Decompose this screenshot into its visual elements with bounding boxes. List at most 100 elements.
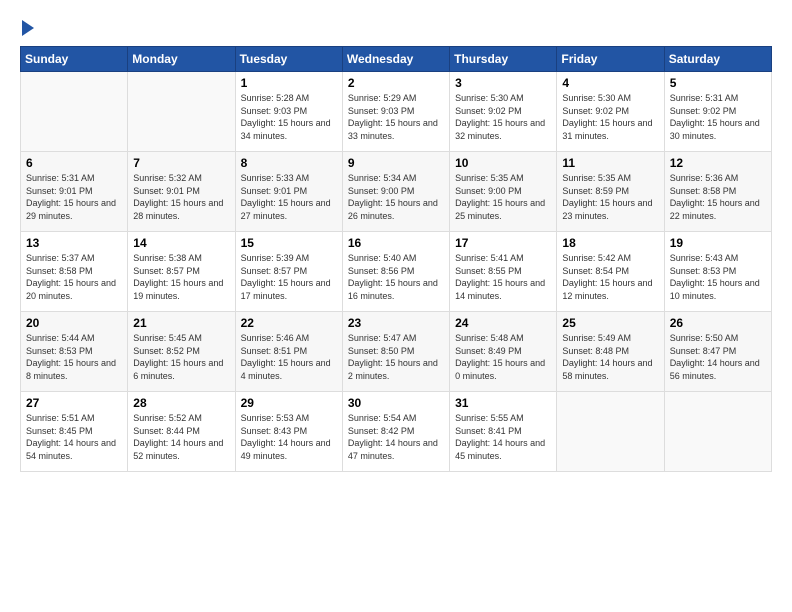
- day-number: 31: [455, 396, 551, 410]
- day-info: Sunrise: 5:47 AM Sunset: 8:50 PM Dayligh…: [348, 332, 444, 382]
- day-number: 11: [562, 156, 658, 170]
- calendar-day-cell: [557, 392, 664, 472]
- day-number: 1: [241, 76, 337, 90]
- day-number: 8: [241, 156, 337, 170]
- day-info: Sunrise: 5:41 AM Sunset: 8:55 PM Dayligh…: [455, 252, 551, 302]
- calendar-day-cell: 24 Sunrise: 5:48 AM Sunset: 8:49 PM Dayli…: [450, 312, 557, 392]
- logo: [20, 20, 34, 36]
- day-info: Sunrise: 5:51 AM Sunset: 8:45 PM Dayligh…: [26, 412, 122, 462]
- day-number: 3: [455, 76, 551, 90]
- calendar-day-cell: [664, 392, 771, 472]
- day-info: Sunrise: 5:30 AM Sunset: 9:02 PM Dayligh…: [455, 92, 551, 142]
- day-info: Sunrise: 5:38 AM Sunset: 8:57 PM Dayligh…: [133, 252, 229, 302]
- calendar-day-cell: 4Sunrise: 5:30 AM Sunset: 9:02 PM Daylig…: [557, 72, 664, 152]
- day-number: 16: [348, 236, 444, 250]
- day-number: 19: [670, 236, 766, 250]
- day-info: Sunrise: 5:28 AM Sunset: 9:03 PM Dayligh…: [241, 92, 337, 142]
- calendar-day-cell: 7Sunrise: 5:32 AM Sunset: 9:01 PM Daylig…: [128, 152, 235, 232]
- calendar-day-cell: 9 Sunrise: 5:34 AM Sunset: 9:00 PM Daylig…: [342, 152, 449, 232]
- day-info: Sunrise: 5:48 AM Sunset: 8:49 PM Dayligh…: [455, 332, 551, 382]
- calendar-header-row: SundayMondayTuesdayWednesdayThursdayFrid…: [21, 47, 772, 72]
- day-info: Sunrise: 5:35 AM Sunset: 9:00 PM Dayligh…: [455, 172, 551, 222]
- calendar-day-cell: 27 Sunrise: 5:51 AM Sunset: 8:45 PM Dayli…: [21, 392, 128, 472]
- day-info: Sunrise: 5:34 AM Sunset: 9:00 PM Dayligh…: [348, 172, 444, 222]
- calendar-day-cell: 16 Sunrise: 5:40 AM Sunset: 8:56 PM Dayli…: [342, 232, 449, 312]
- day-number: 14: [133, 236, 229, 250]
- weekday-header-thursday: Thursday: [450, 47, 557, 72]
- day-number: 2: [348, 76, 444, 90]
- day-number: 29: [241, 396, 337, 410]
- day-number: 20: [26, 316, 122, 330]
- calendar-day-cell: 8 Sunrise: 5:33 AM Sunset: 9:01 PM Daylig…: [235, 152, 342, 232]
- calendar-table: SundayMondayTuesdayWednesdayThursdayFrid…: [20, 46, 772, 472]
- day-number: 17: [455, 236, 551, 250]
- day-number: 4: [562, 76, 658, 90]
- day-number: 26: [670, 316, 766, 330]
- day-info: Sunrise: 5:46 AM Sunset: 8:51 PM Dayligh…: [241, 332, 337, 382]
- day-info: Sunrise: 5:31 AM Sunset: 9:02 PM Dayligh…: [670, 92, 766, 142]
- day-info: Sunrise: 5:53 AM Sunset: 8:43 PM Dayligh…: [241, 412, 337, 462]
- day-info: Sunrise: 5:35 AM Sunset: 8:59 PM Dayligh…: [562, 172, 658, 222]
- calendar-day-cell: 31 Sunrise: 5:55 AM Sunset: 8:41 PM Dayli…: [450, 392, 557, 472]
- calendar-week-row: 6Sunrise: 5:31 AM Sunset: 9:01 PM Daylig…: [21, 152, 772, 232]
- day-number: 10: [455, 156, 551, 170]
- day-info: Sunrise: 5:55 AM Sunset: 8:41 PM Dayligh…: [455, 412, 551, 462]
- calendar-day-cell: 25Sunrise: 5:49 AM Sunset: 8:48 PM Dayli…: [557, 312, 664, 392]
- calendar-day-cell: 2 Sunrise: 5:29 AM Sunset: 9:03 PM Daylig…: [342, 72, 449, 152]
- calendar-day-cell: 19 Sunrise: 5:43 AM Sunset: 8:53 PM Dayli…: [664, 232, 771, 312]
- day-info: Sunrise: 5:29 AM Sunset: 9:03 PM Dayligh…: [348, 92, 444, 142]
- day-info: Sunrise: 5:50 AM Sunset: 8:47 PM Dayligh…: [670, 332, 766, 382]
- day-info: Sunrise: 5:36 AM Sunset: 8:58 PM Dayligh…: [670, 172, 766, 222]
- day-number: 18: [562, 236, 658, 250]
- day-number: 24: [455, 316, 551, 330]
- day-number: 28: [133, 396, 229, 410]
- day-info: Sunrise: 5:44 AM Sunset: 8:53 PM Dayligh…: [26, 332, 122, 382]
- calendar-day-cell: 14 Sunrise: 5:38 AM Sunset: 8:57 PM Dayli…: [128, 232, 235, 312]
- day-number: 7: [133, 156, 229, 170]
- calendar-day-cell: 13Sunrise: 5:37 AM Sunset: 8:58 PM Dayli…: [21, 232, 128, 312]
- calendar-day-cell: 10 Sunrise: 5:35 AM Sunset: 9:00 PM Dayli…: [450, 152, 557, 232]
- calendar-day-cell: 17 Sunrise: 5:41 AM Sunset: 8:55 PM Dayli…: [450, 232, 557, 312]
- day-number: 22: [241, 316, 337, 330]
- calendar-day-cell: 21 Sunrise: 5:45 AM Sunset: 8:52 PM Dayli…: [128, 312, 235, 392]
- day-info: Sunrise: 5:45 AM Sunset: 8:52 PM Dayligh…: [133, 332, 229, 382]
- calendar-day-cell: 26 Sunrise: 5:50 AM Sunset: 8:47 PM Dayli…: [664, 312, 771, 392]
- calendar-week-row: 27 Sunrise: 5:51 AM Sunset: 8:45 PM Dayli…: [21, 392, 772, 472]
- weekday-header-monday: Monday: [128, 47, 235, 72]
- calendar-day-cell: 5 Sunrise: 5:31 AM Sunset: 9:02 PM Daylig…: [664, 72, 771, 152]
- day-info: Sunrise: 5:42 AM Sunset: 8:54 PM Dayligh…: [562, 252, 658, 302]
- calendar-day-cell: 6Sunrise: 5:31 AM Sunset: 9:01 PM Daylig…: [21, 152, 128, 232]
- day-number: 23: [348, 316, 444, 330]
- day-info: Sunrise: 5:54 AM Sunset: 8:42 PM Dayligh…: [348, 412, 444, 462]
- calendar-day-cell: 22 Sunrise: 5:46 AM Sunset: 8:51 PM Dayli…: [235, 312, 342, 392]
- calendar-day-cell: 18 Sunrise: 5:42 AM Sunset: 8:54 PM Dayli…: [557, 232, 664, 312]
- calendar-week-row: 1 Sunrise: 5:28 AM Sunset: 9:03 PM Daylig…: [21, 72, 772, 152]
- calendar-day-cell: [21, 72, 128, 152]
- calendar-week-row: 13Sunrise: 5:37 AM Sunset: 8:58 PM Dayli…: [21, 232, 772, 312]
- calendar-day-cell: 30Sunrise: 5:54 AM Sunset: 8:42 PM Dayli…: [342, 392, 449, 472]
- logo-arrow-icon: [22, 20, 34, 36]
- calendar-week-row: 20 Sunrise: 5:44 AM Sunset: 8:53 PM Dayli…: [21, 312, 772, 392]
- page-header: [20, 20, 772, 36]
- day-number: 13: [26, 236, 122, 250]
- day-number: 27: [26, 396, 122, 410]
- calendar-day-cell: 1 Sunrise: 5:28 AM Sunset: 9:03 PM Daylig…: [235, 72, 342, 152]
- day-number: 9: [348, 156, 444, 170]
- weekday-header-wednesday: Wednesday: [342, 47, 449, 72]
- calendar-day-cell: 11 Sunrise: 5:35 AM Sunset: 8:59 PM Dayli…: [557, 152, 664, 232]
- day-info: Sunrise: 5:31 AM Sunset: 9:01 PM Dayligh…: [26, 172, 122, 222]
- calendar-day-cell: 28Sunrise: 5:52 AM Sunset: 8:44 PM Dayli…: [128, 392, 235, 472]
- day-info: Sunrise: 5:40 AM Sunset: 8:56 PM Dayligh…: [348, 252, 444, 302]
- weekday-header-saturday: Saturday: [664, 47, 771, 72]
- calendar-day-cell: 23 Sunrise: 5:47 AM Sunset: 8:50 PM Dayli…: [342, 312, 449, 392]
- day-number: 15: [241, 236, 337, 250]
- calendar-day-cell: [128, 72, 235, 152]
- weekday-header-tuesday: Tuesday: [235, 47, 342, 72]
- calendar-day-cell: 15Sunrise: 5:39 AM Sunset: 8:57 PM Dayli…: [235, 232, 342, 312]
- day-number: 5: [670, 76, 766, 90]
- day-info: Sunrise: 5:43 AM Sunset: 8:53 PM Dayligh…: [670, 252, 766, 302]
- day-number: 12: [670, 156, 766, 170]
- day-info: Sunrise: 5:33 AM Sunset: 9:01 PM Dayligh…: [241, 172, 337, 222]
- day-number: 21: [133, 316, 229, 330]
- calendar-day-cell: 20 Sunrise: 5:44 AM Sunset: 8:53 PM Dayli…: [21, 312, 128, 392]
